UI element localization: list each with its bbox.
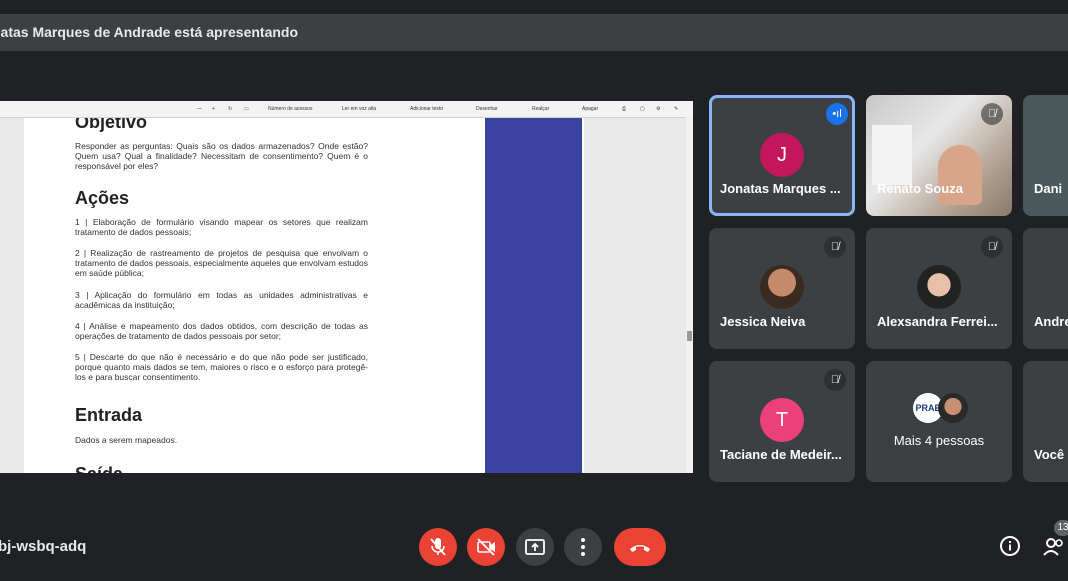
avatar xyxy=(938,393,968,423)
participant-name: Dani xyxy=(1034,181,1063,196)
meeting-details-button[interactable] xyxy=(999,535,1021,557)
rotate-icon: ↻ xyxy=(228,106,233,112)
presenter-banner-text: natas Marques de Andrade está apresentan… xyxy=(0,24,299,40)
mic-toggle-button[interactable] xyxy=(419,528,457,566)
scrollbar-thumb[interactable] xyxy=(687,331,692,341)
pdf-toolbar-item: Realçar xyxy=(532,106,550,112)
participant-tile[interactable]: Você xyxy=(1023,361,1068,482)
participant-video xyxy=(938,145,982,205)
presentation-screen[interactable]: — + ↻ ▭ Número de acessos Ler em voz alt… xyxy=(0,101,693,473)
meeting-code: bj-wsbq-adq xyxy=(0,538,87,555)
participant-tile[interactable]: 🎙̸ Alexsandra Ferrei... xyxy=(866,228,1012,349)
page-color-band xyxy=(485,118,582,473)
pdf-page: Objetivo Responder as perguntas: Quais s… xyxy=(24,118,584,473)
more-participants-tile[interactable]: PRAE Mais 4 pessoas xyxy=(866,361,1012,482)
acao-item: 3 | Aplicação do formulário em todas as … xyxy=(75,290,368,310)
mic-off-icon: 🎙̸ xyxy=(824,369,846,391)
entrada-text: Dados a serem mapeados. xyxy=(75,435,178,445)
more-options-button[interactable] xyxy=(564,528,602,566)
participant-name: Você xyxy=(1034,447,1065,462)
avatar xyxy=(760,265,804,309)
participant-name: Jonatas Marques ... xyxy=(720,181,841,196)
pdf-toolbar-item: Ler em voz alta xyxy=(342,106,377,112)
mic-off-icon: 🎙̸ xyxy=(981,236,1003,258)
pdf-scrollbar[interactable] xyxy=(686,117,693,473)
mic-off-icon: 🎙̸ xyxy=(981,103,1003,125)
present-screen-button[interactable] xyxy=(516,528,554,566)
page-view-icon: ▭ xyxy=(244,106,249,112)
acao-item: 4 | Análise e mapeamento dos dados obtid… xyxy=(75,321,368,341)
pdf-toolbar-item: Número de acessos xyxy=(268,106,313,112)
pdf-toolbar: — + ↻ ▭ Número de acessos Ler em voz alt… xyxy=(0,101,693,118)
mic-off-icon xyxy=(430,538,446,556)
camera-off-icon xyxy=(477,538,495,556)
objetivo-text: Responder as perguntas: Quais são os dad… xyxy=(75,141,368,171)
people-count-badge: 13 xyxy=(1054,520,1068,536)
participant-tile[interactable]: 🎙̸ Jessica Neiva xyxy=(709,228,855,349)
acao-item: 1 | Elaboração de formulário visando map… xyxy=(75,217,368,237)
participant-name: Andre xyxy=(1034,314,1068,329)
heading-objetivo: Objetivo xyxy=(75,118,148,132)
pdf-toolbar-item: Apagar xyxy=(582,106,599,112)
zoom-out-icon: — xyxy=(197,106,202,112)
heading-acoes: Ações xyxy=(75,188,130,208)
print-icon: ⎙ xyxy=(622,106,627,112)
avatar xyxy=(917,265,961,309)
save-icon: ▢ xyxy=(640,106,645,112)
participant-tile[interactable]: Dani xyxy=(1023,95,1068,216)
participant-name: Alexsandra Ferrei... xyxy=(877,314,998,329)
participant-tile[interactable]: J •ıl Jonatas Marques ... xyxy=(709,95,855,216)
zoom-in-icon: + xyxy=(212,106,215,112)
participant-tile[interactable]: Andre xyxy=(1023,228,1068,349)
heading-entrada: Entrada xyxy=(75,405,143,425)
present-screen-icon xyxy=(525,539,545,555)
participant-tile[interactable]: 🎙̸ Renato Souza xyxy=(866,95,1012,216)
avatar: J xyxy=(760,133,804,177)
speaking-indicator-icon: •ıl xyxy=(826,103,848,125)
presenter-banner: natas Marques de Andrade está apresentan… xyxy=(0,14,1068,51)
avatar: T xyxy=(760,398,804,442)
participant-video-background xyxy=(872,125,912,185)
heading-saida: Saída xyxy=(75,464,123,473)
pdf-toolbar-item: Adicionar texto xyxy=(410,106,444,112)
end-call-button[interactable] xyxy=(614,528,666,566)
participant-name: Renato Souza xyxy=(877,181,963,196)
more-participants-label: Mais 4 pessoas xyxy=(893,433,985,448)
participant-tile[interactable]: T 🎙̸ Taciane de Medeir... xyxy=(709,361,855,482)
camera-toggle-button[interactable] xyxy=(467,528,505,566)
pin-icon: ✎ xyxy=(674,106,679,112)
participant-name: Jessica Neiva xyxy=(720,314,806,329)
pdf-toolbar-item: Desenhar xyxy=(476,106,498,112)
participant-name: Taciane de Medeir... xyxy=(720,447,842,462)
settings-icon: ⚙ xyxy=(656,106,661,112)
acao-item: 2 | Realização de rastreamento de projet… xyxy=(75,248,368,278)
more-vert-icon xyxy=(581,538,585,556)
people-button[interactable] xyxy=(1042,535,1068,559)
info-icon xyxy=(1000,536,1020,556)
mic-off-icon: 🎙̸ xyxy=(824,236,846,258)
hang-up-icon xyxy=(630,545,650,552)
people-icon xyxy=(1043,538,1063,556)
acao-item: 5 | Descarte do que não é necessário e d… xyxy=(75,352,368,382)
